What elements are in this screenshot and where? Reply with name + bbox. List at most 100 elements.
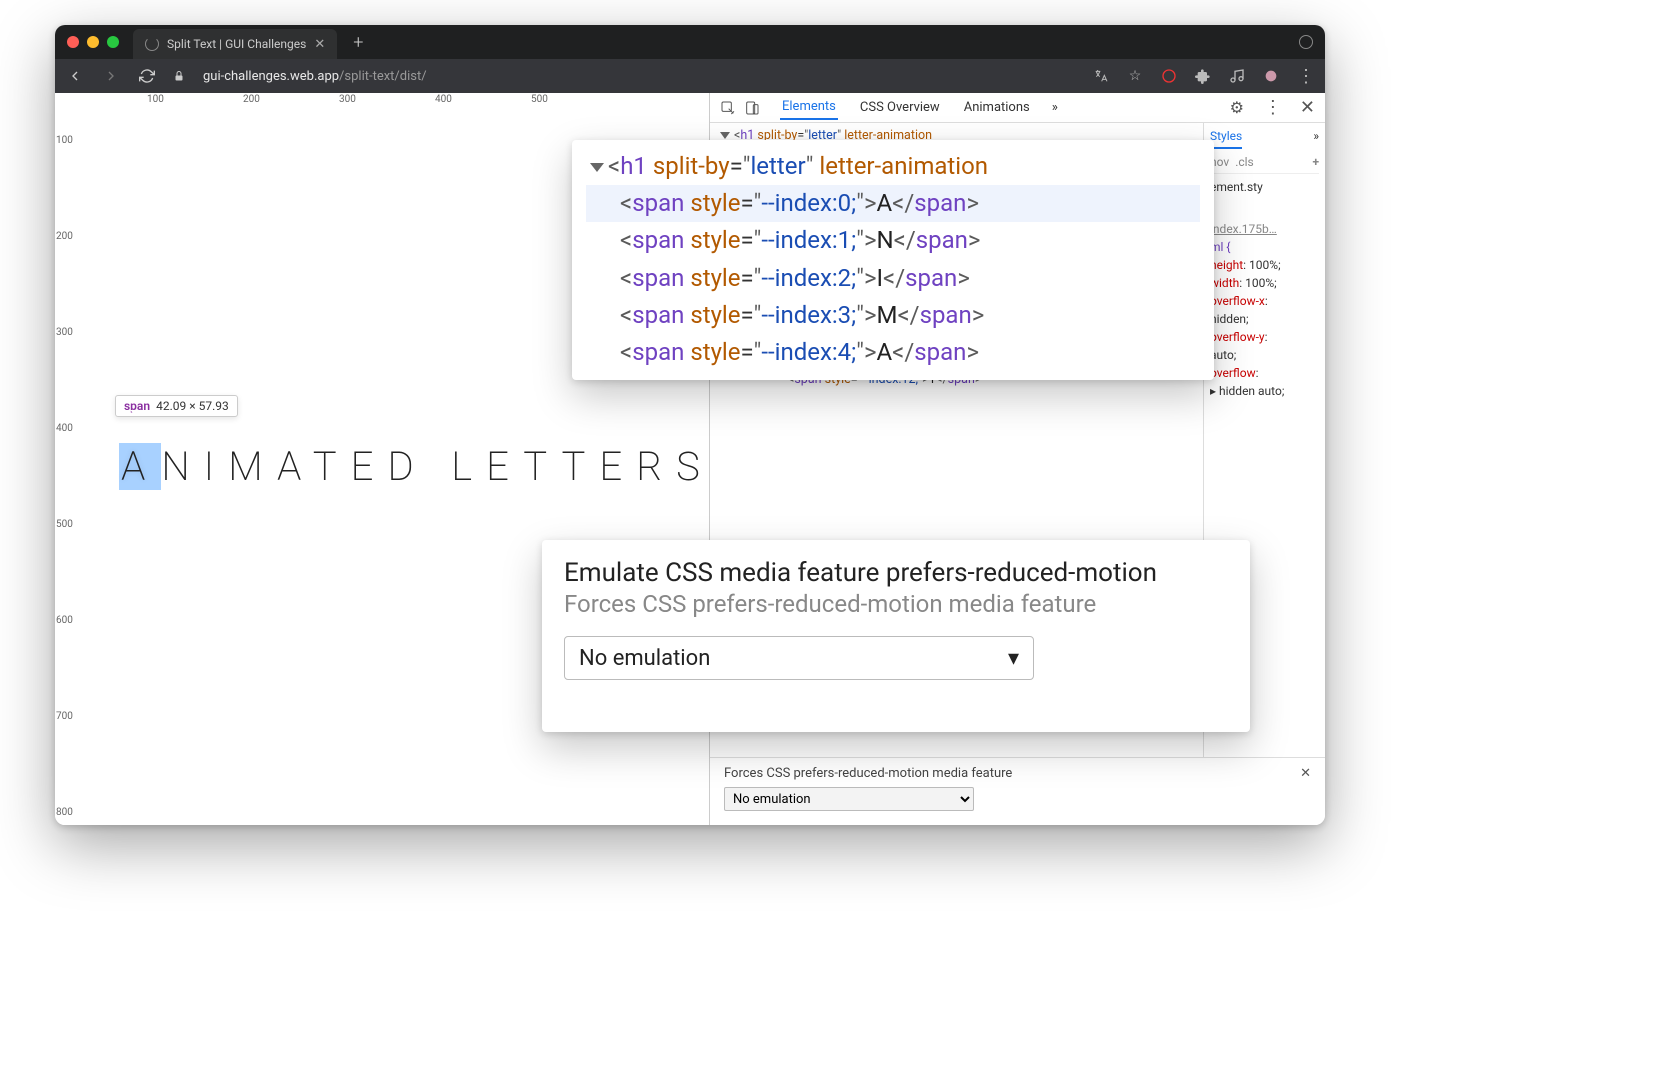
device-icon[interactable] (744, 100, 760, 116)
ruler-tick: 800 (56, 807, 73, 818)
element-style-block: ement.sty { (1210, 178, 1319, 214)
stylesheet-link[interactable]: index.175b… (1210, 222, 1277, 236)
letter-span: T (313, 443, 351, 490)
url-path: /split-text/dist/ (339, 69, 427, 84)
dom-node[interactable]: <span style="--index:1;">N</span> (586, 222, 1200, 259)
ruler-tick: 600 (56, 615, 73, 626)
dom-node[interactable]: <span style="--index:2;">I</span> (586, 260, 1200, 297)
close-window-icon[interactable] (67, 36, 79, 48)
letter-span: D (387, 443, 427, 490)
kebab-icon[interactable]: ⋮ (1297, 68, 1313, 84)
titlebar: Split Text | GUI Challenges ✕ + (55, 25, 1325, 59)
ruler-tick: 300 (339, 94, 356, 105)
animated-heading: ANIMATED LETTERS (119, 443, 709, 490)
ruler-tick: 400 (435, 94, 452, 105)
url[interactable]: gui-challenges.web.app/split-text/dist/ (203, 69, 427, 84)
ruler-tick: 400 (56, 423, 73, 434)
more-tabs-icon[interactable]: » (1052, 100, 1058, 115)
browser-tab[interactable]: Split Text | GUI Challenges ✕ (133, 29, 337, 59)
letter-span: N (161, 443, 203, 490)
cls-toggle[interactable]: .cls (1235, 153, 1254, 171)
letter-span: T (523, 443, 561, 490)
inspect-icon[interactable] (720, 100, 736, 116)
overlay-title: Emulate CSS media feature prefers-reduce… (564, 558, 1228, 588)
url-host: gui-challenges.web.app (203, 69, 339, 84)
ruler-tick: 200 (56, 231, 73, 242)
tab-elements[interactable]: Elements (780, 95, 838, 120)
letter-span: M (228, 443, 277, 490)
ruler-tick: 500 (56, 519, 73, 530)
tooltip-tagname: span (124, 399, 150, 413)
ruler-tick: 300 (56, 327, 73, 338)
css-declaration[interactable]: overflow-y: (1210, 328, 1319, 346)
tab-css-overview[interactable]: CSS Overview (858, 96, 942, 119)
nav-controls (67, 68, 155, 84)
element-tooltip: span 42.09 × 57.93 (115, 395, 238, 417)
ruler-vertical: 100 200 300 400 500 600 700 800 (55, 93, 71, 825)
ruler-tick: 700 (56, 711, 73, 722)
chevron-down-icon: ▾ (1008, 646, 1019, 671)
music-icon[interactable] (1229, 68, 1245, 84)
css-declaration[interactable]: height: 100%; (1210, 256, 1319, 274)
gear-icon[interactable]: ⚙ (1230, 98, 1244, 117)
account-icon[interactable] (1299, 35, 1313, 49)
back-icon[interactable] (67, 68, 83, 84)
zoom-window-icon[interactable] (107, 36, 119, 48)
ruler-tick: 500 (531, 94, 548, 105)
letter-span: E (486, 443, 523, 490)
close-devtools-icon[interactable]: ✕ (1300, 97, 1315, 118)
overlay-select[interactable]: No emulation ▾ (564, 636, 1034, 680)
forward-icon[interactable] (103, 68, 119, 84)
letter-span: L (451, 443, 486, 490)
puzzle-icon[interactable] (1195, 68, 1211, 84)
letter-span: E (599, 443, 636, 490)
more-styles-icon[interactable]: » (1313, 127, 1319, 145)
ruler-horizontal: 100 200 300 400 500 (55, 93, 709, 107)
css-declaration[interactable]: hidden; (1210, 310, 1319, 328)
css-declaration[interactable]: width: 100%; (1210, 274, 1319, 292)
letter-span: I (204, 443, 229, 490)
css-declaration[interactable]: ▸ hidden auto; (1210, 382, 1319, 400)
letter-span: T (562, 443, 600, 490)
new-rule-button[interactable]: + (1312, 153, 1319, 171)
styles-tab[interactable]: Styles (1210, 127, 1242, 149)
letter-span: R (636, 443, 676, 490)
magnified-rendering-overlay: Emulate CSS media feature prefers-reduce… (542, 540, 1250, 732)
emulation-select[interactable]: No emulation (724, 787, 974, 811)
css-declaration[interactable]: overflow-x: (1210, 292, 1319, 310)
tab-title: Split Text | GUI Challenges (167, 37, 306, 51)
new-tab-button[interactable]: + (353, 32, 363, 53)
favicon-icon (145, 37, 159, 51)
magnified-dom-overlay: <h1 split-by="letter" letter-animation<s… (572, 140, 1214, 380)
dom-node[interactable]: <span style="--index:3;">M</span> (586, 297, 1200, 334)
rendering-label: Forces CSS prefers-reduced-motion media … (724, 766, 1012, 781)
tab-close-icon[interactable]: ✕ (314, 37, 325, 52)
close-drawer-icon[interactable]: ✕ (1300, 766, 1311, 781)
letter-span (428, 443, 452, 490)
extension-icon[interactable] (1161, 68, 1177, 84)
rendering-drawer: Forces CSS prefers-reduced-motion media … (710, 757, 1325, 825)
lock-icon (173, 70, 185, 82)
dom-node[interactable]: <span style="--index:4;">A</span> (586, 334, 1200, 371)
letter-span: A (119, 443, 161, 490)
minimize-window-icon[interactable] (87, 36, 99, 48)
devtools-toolbar: Elements CSS Overview Animations » ⚙ ⋮ ✕ (710, 93, 1325, 123)
letter-span: E (351, 443, 388, 490)
ruler-tick: 200 (243, 94, 260, 105)
bookmark-icon[interactable]: ☆ (1127, 68, 1143, 84)
letter-span: A (277, 443, 313, 490)
tooltip-dimensions: 42.09 × 57.93 (156, 399, 229, 413)
overlay-subtitle: Forces CSS prefers-reduced-motion media … (564, 590, 1228, 618)
profile-icon[interactable] (1263, 68, 1279, 84)
dom-node[interactable]: <span style="--index:0;">A</span> (586, 185, 1200, 222)
ruler-tick: 100 (56, 135, 73, 146)
reload-icon[interactable] (139, 68, 155, 84)
css-declaration[interactable]: auto; (1210, 346, 1319, 364)
translate-icon[interactable] (1093, 68, 1109, 84)
overlay-select-value: No emulation (579, 646, 710, 671)
tab-animations[interactable]: Animations (962, 96, 1032, 119)
letter-span: S (676, 443, 709, 490)
ruler-tick: 100 (147, 94, 164, 105)
css-declaration[interactable]: overflow: (1210, 364, 1319, 382)
kebab-icon[interactable]: ⋮ (1264, 97, 1280, 118)
